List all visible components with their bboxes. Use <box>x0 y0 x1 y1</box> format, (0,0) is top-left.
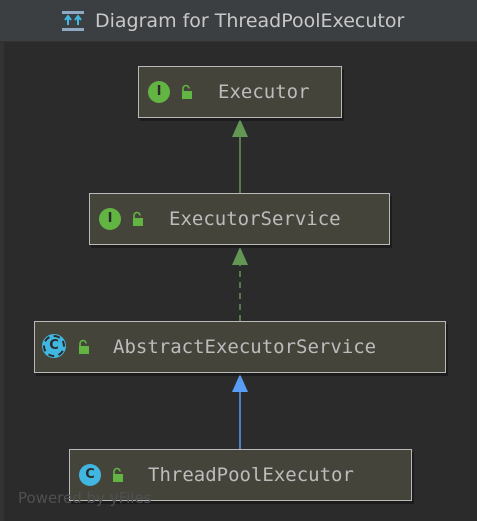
node-label: Executor <box>218 81 310 103</box>
public-unlocked-icon <box>182 84 192 99</box>
node-label: AbstractExecutorService <box>113 336 377 358</box>
edge-abstractexecutorservice-to-executorservice <box>232 247 248 321</box>
extends-arrowhead-icon <box>232 374 248 392</box>
interface-badge-icon: I <box>148 81 170 103</box>
edge-threadpoolexecutor-to-abstractexecutorservice <box>232 374 248 449</box>
node-executor[interactable]: I Executor <box>138 66 342 118</box>
abstract-class-badge-icon: C <box>43 335 65 357</box>
public-unlocked-icon <box>113 467 123 482</box>
class-badge-icon: C <box>79 464 101 486</box>
node-executorservice[interactable]: I ExecutorService <box>89 193 390 245</box>
node-label: ExecutorService <box>169 208 341 230</box>
extends-arrowhead-icon <box>232 119 248 137</box>
node-label: ThreadPoolExecutor <box>148 464 354 486</box>
node-abstractexecutorservice[interactable]: C AbstractExecutorService <box>34 321 446 373</box>
interface-badge-icon: I <box>99 208 121 230</box>
edge-executorservice-to-executor <box>232 119 248 193</box>
public-unlocked-icon <box>133 211 143 226</box>
implements-arrowhead-icon <box>232 247 248 265</box>
public-unlocked-icon <box>79 339 89 354</box>
yfiles-watermark: Powered by yFiles <box>18 489 152 507</box>
